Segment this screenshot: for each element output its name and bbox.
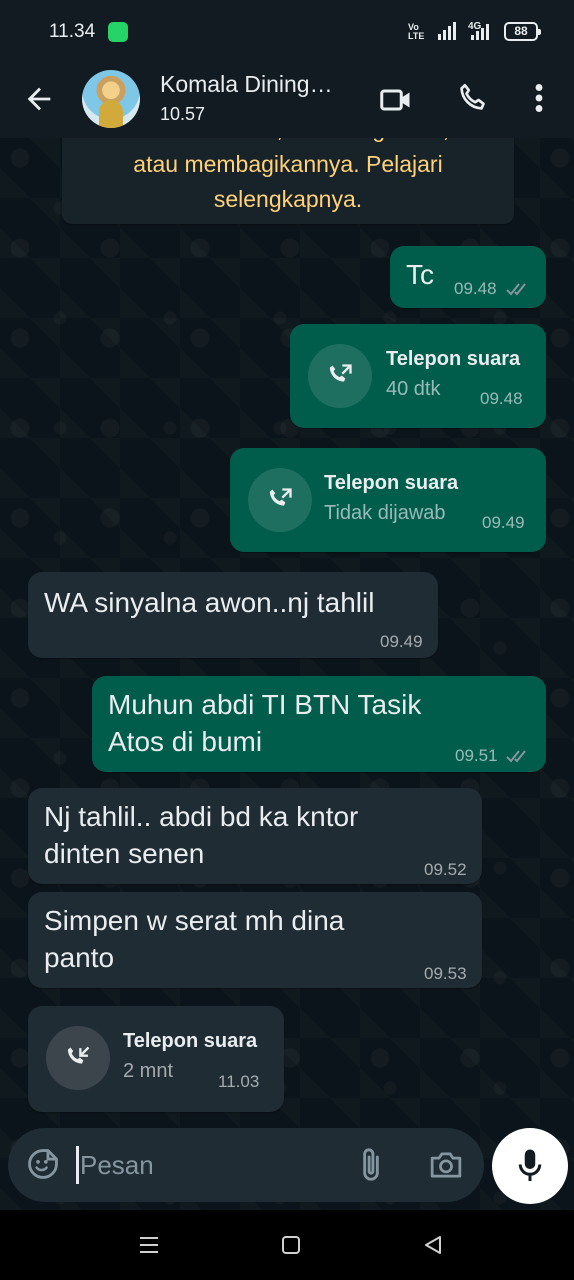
contact-avatar[interactable] <box>82 70 140 128</box>
battery-icon: 88 <box>504 22 541 41</box>
call-message-outgoing[interactable]: Telepon suara Tidak dijawab 09.49 <box>230 448 546 552</box>
voice-call-icon[interactable] <box>455 80 491 116</box>
message-text: Tc <box>406 259 434 290</box>
message-text: Muhun abdi TI BTN Tasik Atos di bumi <box>108 686 421 760</box>
recent-apps-icon[interactable] <box>138 1234 160 1256</box>
message-line-2: dinten senen <box>44 838 205 869</box>
message-line-2: Atos di bumi <box>108 726 263 757</box>
sticker-emoji-icon[interactable] <box>26 1147 60 1181</box>
status-bar: 11.34 Vo LTE 4G 88 <box>0 0 574 62</box>
home-icon[interactable] <box>282 1236 300 1254</box>
message-time: 09.52 <box>424 860 467 879</box>
battery-level: 88 <box>514 24 528 38</box>
call-title: Telepon suara <box>386 348 521 370</box>
message-incoming[interactable]: Nj tahlil.. abdi bd ka kntor dinten sene… <box>28 788 482 884</box>
message-text: Nj tahlil.. abdi bd ka kntor dinten sene… <box>44 798 358 872</box>
call-icon-circle <box>308 344 372 408</box>
volte-label: Vo LTE <box>408 22 425 41</box>
message-line-1: Nj tahlil.. abdi bd ka kntor <box>44 801 359 832</box>
encryption-notice[interactable]: bisa membaca, mendengarkan, atau membagi… <box>62 138 514 224</box>
message-time: 09.48 <box>480 389 523 408</box>
read-receipt-icon <box>506 283 526 296</box>
volte-indicator: Vo LTE <box>408 23 426 41</box>
text-cursor <box>76 1146 79 1184</box>
call-duration: 2 mnt <box>123 1060 174 1082</box>
signal-icon <box>438 22 456 40</box>
signal-icon-2 <box>471 24 489 40</box>
system-navigation-bar <box>0 1210 574 1280</box>
call-title: Telepon suara <box>324 472 459 494</box>
more-options-icon[interactable] <box>527 80 551 116</box>
chat-header: Komala Dining… 10.57 <box>0 62 574 138</box>
encryption-notice-text: bisa membaca, mendengarkan, atau membagi… <box>62 138 514 217</box>
nav-back-icon[interactable] <box>422 1234 444 1256</box>
camera-icon[interactable] <box>428 1148 464 1182</box>
message-time: 11.03 <box>218 1072 260 1091</box>
app-notification-icon <box>108 22 128 42</box>
call-status: Tidak dijawab <box>324 502 446 524</box>
call-icon-circle <box>46 1026 110 1090</box>
message-time: 09.49 <box>482 513 525 532</box>
message-line-1: Muhun abdi TI BTN Tasik <box>108 689 422 720</box>
call-icon-circle <box>248 468 312 532</box>
voice-message-button[interactable] <box>492 1128 568 1204</box>
read-receipt-icon <box>506 750 526 763</box>
chat-area[interactable]: bisa membaca, mendengarkan, atau membagi… <box>0 138 574 1210</box>
status-time: 11.34 <box>49 21 96 42</box>
outgoing-call-icon <box>329 364 352 382</box>
message-outgoing[interactable]: Muhun abdi TI BTN Tasik Atos di bumi 09.… <box>92 676 546 772</box>
last-seen-time: 10.57 <box>160 104 206 124</box>
message-time: 09.51 <box>455 746 498 765</box>
message-incoming[interactable]: Simpen w serat mh dina panto 09.53 <box>28 892 482 988</box>
call-message-outgoing[interactable]: Telepon suara 40 dtk 09.48 <box>290 324 546 428</box>
notice-line-3: selengkapnya. <box>213 186 363 212</box>
message-incoming[interactable]: WA sinyalna awon..nj tahlil 09.49 <box>28 572 438 658</box>
outgoing-call-icon <box>269 488 292 506</box>
call-message-incoming[interactable]: Telepon suara 2 mnt 11.03 <box>28 1006 284 1112</box>
video-call-icon[interactable] <box>378 82 414 118</box>
message-composer <box>8 1128 484 1202</box>
message-outgoing[interactable]: Tc 09.48 <box>390 246 546 308</box>
incoming-call-icon <box>67 1046 90 1064</box>
back-arrow-icon[interactable] <box>22 82 56 116</box>
message-line-2: panto <box>44 942 115 973</box>
notice-line-2: atau membagikannya. Pelajari <box>133 151 443 177</box>
message-input[interactable] <box>80 1142 320 1188</box>
attachment-icon[interactable] <box>356 1146 386 1184</box>
message-time: 09.49 <box>380 632 423 651</box>
message-time: 09.48 <box>454 279 497 298</box>
message-line-1: Simpen w serat mh dina <box>44 905 345 936</box>
message-text: WA sinyalna awon..nj tahlil <box>44 587 375 618</box>
message-text: Simpen w serat mh dina panto <box>44 902 344 976</box>
message-time: 09.53 <box>424 964 467 983</box>
call-duration: 40 dtk <box>386 378 441 400</box>
microphone-icon <box>518 1149 542 1181</box>
notice-line-1: bisa membaca, mendengarkan, <box>62 138 514 147</box>
contact-name[interactable]: Komala Dining… <box>160 71 333 98</box>
call-title: Telepon suara <box>123 1030 258 1052</box>
